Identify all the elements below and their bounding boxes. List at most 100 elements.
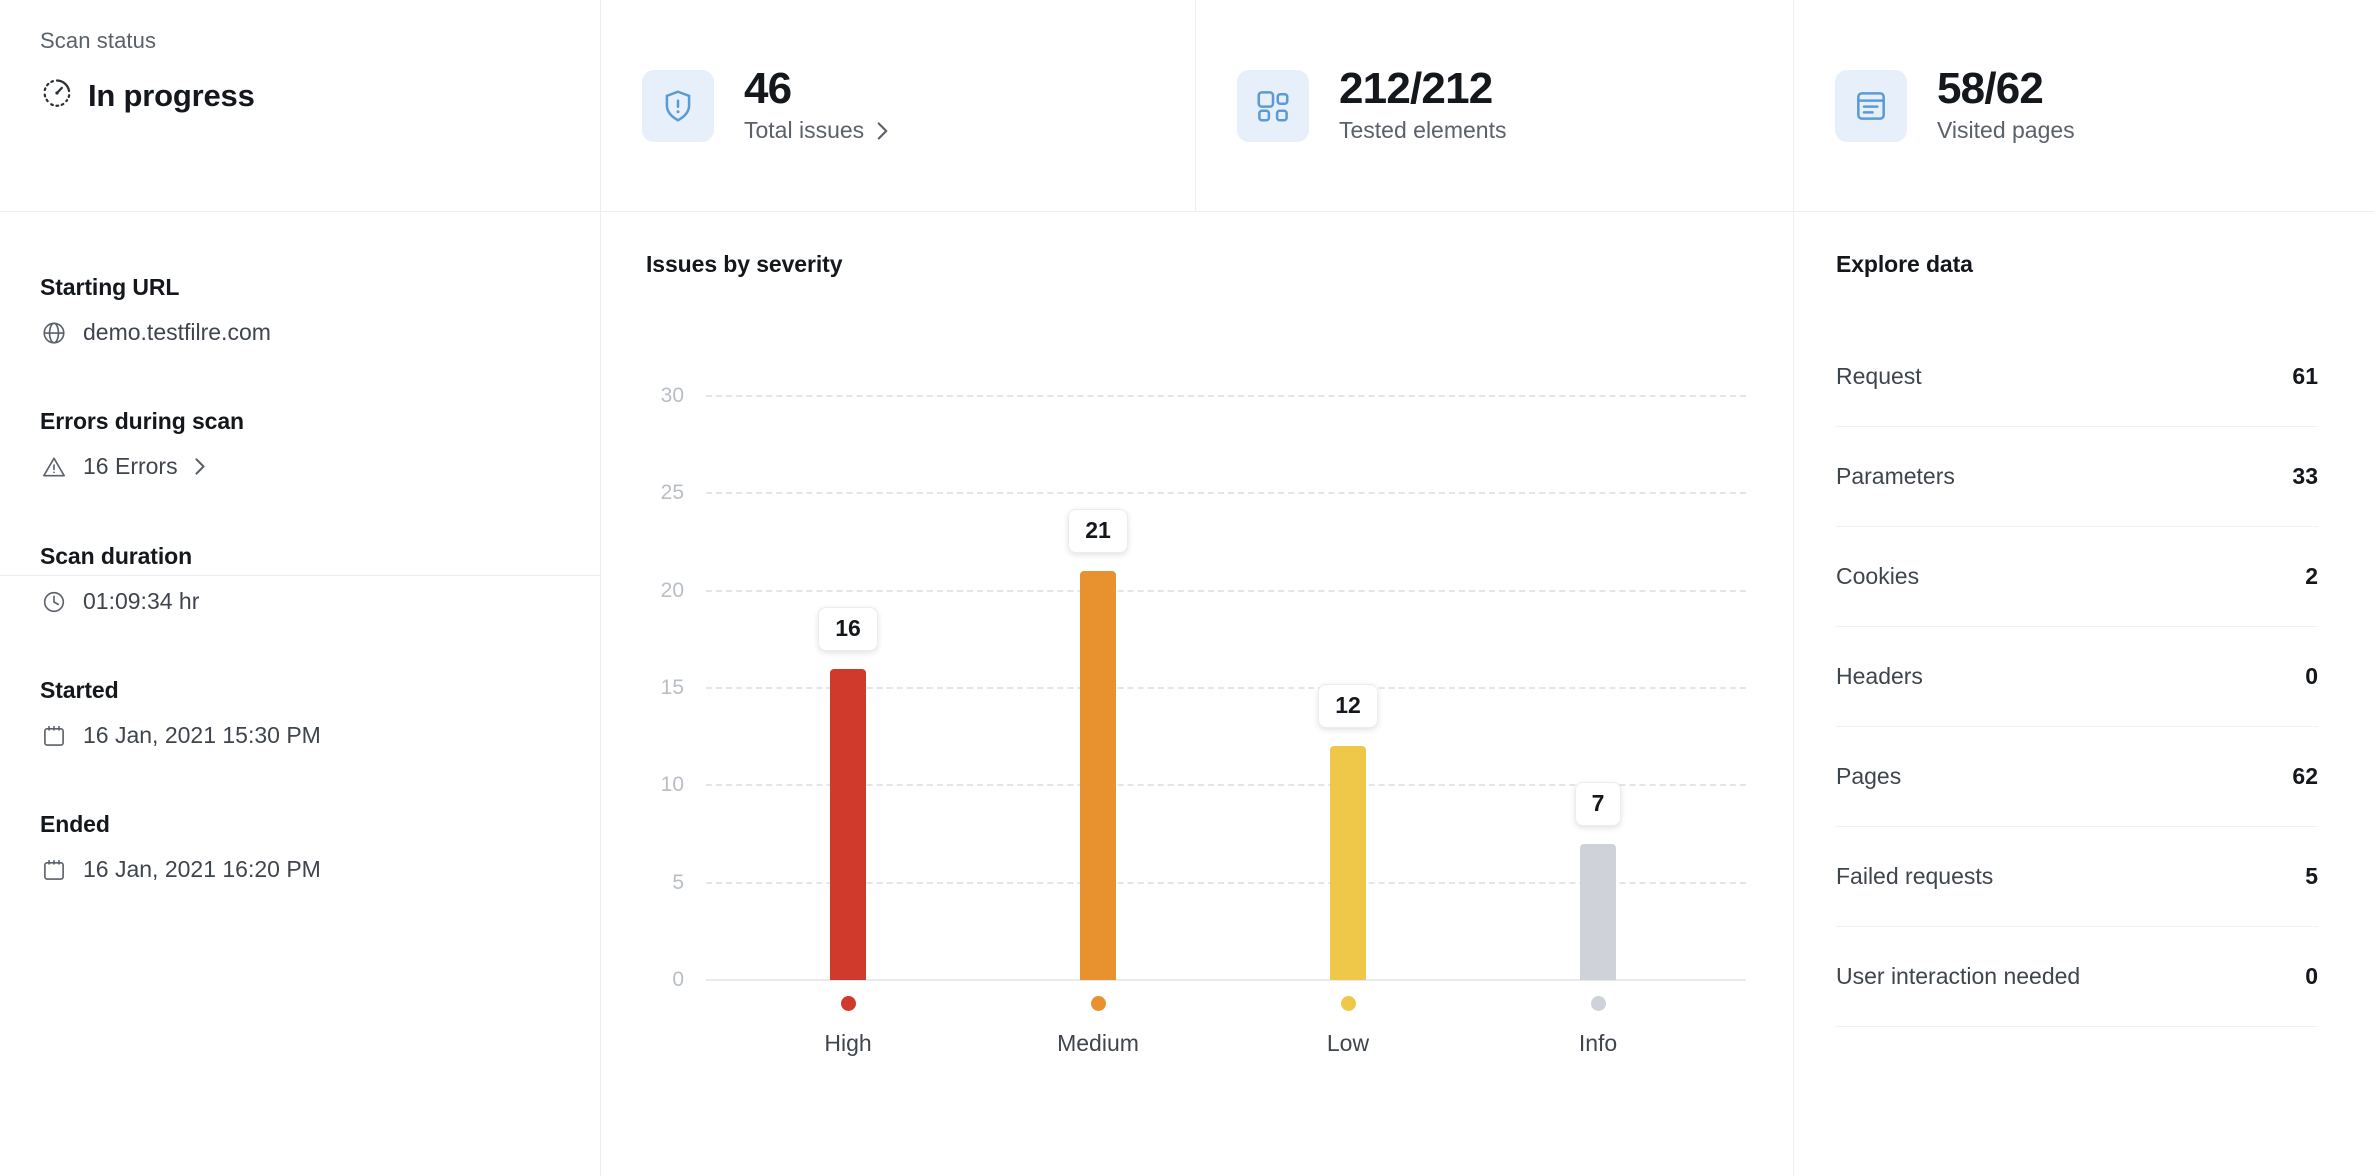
gauge-in-progress-icon [40,76,74,115]
tested-elements-value: 212/212 [1339,63,1493,113]
bar[interactable] [1580,843,1616,980]
starting-url-value-row[interactable]: demo.testfilre.com [40,319,600,346]
explore-row-value: 5 [2305,863,2318,889]
y-axis-tick-label: 5 [672,870,684,894]
legend-dot [1590,996,1606,1011]
explore-data-row[interactable]: User interaction needed 0 [1836,927,2318,1027]
chart-axis-labels: High Medium Low Info [728,996,1746,1106]
bar[interactable] [1330,746,1366,980]
visited-pages-value: 58/62 [1937,63,2044,113]
scan-details-sidebar: Starting URL demo.testfilre.com Errors d… [0,211,600,1176]
bar-group[interactable]: 7 [1498,396,1698,980]
bar-value-badge: 21 [1068,509,1128,554]
bar-group[interactable]: 21 [998,396,1198,980]
y-axis-tick-label: 10 [660,773,684,797]
bar-value-badge: 7 [1574,781,1622,826]
explore-data-row[interactable]: Headers 0 [1836,627,2318,727]
started-label: Started [40,677,119,703]
explore-data-row[interactable]: Cookies 2 [1836,527,2318,627]
explore-row-label: Failed requests [1836,863,1994,889]
x-axis-category: Low [1248,996,1448,1057]
bar[interactable] [830,668,866,980]
explore-row-label: Pages [1836,763,1902,789]
elements-blocks-icon [1237,69,1309,142]
explore-row-value: 0 [2305,663,2318,689]
x-axis-category: Medium [998,996,1198,1057]
explore-data-row[interactable]: Request 61 [1836,327,2318,427]
x-axis-tick-label: Low [1326,1030,1370,1056]
ended-value: 16 Jan, 2021 16:20 PM [83,856,321,882]
started-block: Started 16 Jan, 2021 15:30 PM [40,677,600,749]
started-value-row: 16 Jan, 2021 15:30 PM [40,722,600,749]
explore-row-value: 33 [2292,463,2318,489]
total-issues-card[interactable]: 46 Total issues [600,0,1195,211]
issues-by-severity-panel: Issues by severity 30 25 20 15 10 5 0 16 21 12 7 … [601,211,1793,1176]
x-axis-tick-label: Medium [1057,1030,1139,1056]
total-issues-value: 46 [744,63,792,113]
clock-icon [40,588,67,615]
y-axis-tick-label: 25 [660,481,684,505]
page-document-icon [1835,69,1907,142]
y-axis-tick-label: 15 [660,676,684,699]
explore-row-label: User interaction needed [1836,963,2081,989]
scan-status-label: Scan status [40,28,157,53]
sidebar-group-timing: Scan duration 01:09:34 hr Started 16 Jan… [40,480,600,883]
scan-status-card: Scan status In progress [0,0,600,211]
chevron-right-icon[interactable] [876,121,889,141]
bar-group[interactable]: 12 [1248,396,1448,980]
explore-row-value: 62 [2292,763,2318,789]
explore-row-label: Cookies [1836,563,1920,589]
y-axis-tick-label: 0 [672,968,684,991]
calendar-icon [40,722,67,749]
starting-url-value: demo.testfilre.com [83,319,271,345]
explore-data-list: Request 61 Parameters 33 Cookies 2 Headers 0 Pag… [1836,327,2318,1027]
explore-data-row[interactable]: Parameters 33 [1836,427,2318,527]
errors-during-scan-value: 16 Errors [83,453,178,479]
legend-dot [840,996,856,1011]
ended-block: Ended 16 Jan, 2021 16:20 PM [40,811,600,883]
errors-during-scan-value-row[interactable]: 16 Errors [40,453,600,480]
explore-data-title: Explore data [1836,251,1973,277]
x-axis-category: Info [1498,996,1698,1057]
explore-row-value: 2 [2305,563,2318,589]
explore-row-label: Request [1836,363,1922,389]
scan-duration-label: Scan duration [40,543,193,569]
started-value: 16 Jan, 2021 15:30 PM [83,722,321,748]
summary-cards-row: Scan status In progress 46 Total issues … [0,0,2374,211]
tested-elements-card[interactable]: 212/212 Tested elements [1195,0,1793,211]
visited-pages-card[interactable]: 58/62 Visited pages [1793,0,2374,211]
x-axis-tick-label: High [824,1030,872,1056]
explore-row-label: Headers [1836,663,1923,689]
sidebar-group-source: Starting URL demo.testfilre.com Errors d… [40,211,600,480]
warning-triangle-icon [40,453,67,480]
scan-duration-value: 01:09:34 hr [83,588,200,614]
scan-dashboard: Scan status In progress 46 Total issues … [0,0,2374,1176]
calendar-icon [40,856,67,883]
scan-duration-value-row: 01:09:34 hr [40,588,600,615]
explore-row-value: 61 [2292,363,2318,389]
starting-url-label: Starting URL [40,274,180,300]
errors-during-scan-label: Errors during scan [40,408,244,434]
starting-url-block: Starting URL demo.testfilre.com [40,274,600,346]
x-axis-category: High [748,996,948,1057]
bar-chart: 30 25 20 15 10 5 0 16 21 12 7 High Medium Low Info [646,384,1746,1096]
tested-elements-caption: Tested elements [1339,117,1507,144]
shield-alert-icon [642,69,714,142]
globe-icon [40,319,67,346]
ended-label: Ended [40,811,110,837]
ended-value-row: 16 Jan, 2021 16:20 PM [40,856,600,883]
legend-dot [1090,996,1106,1011]
errors-during-scan-block: Errors during scan 16 Errors [40,408,600,480]
chevron-right-icon[interactable] [194,457,206,476]
explore-row-value: 0 [2305,963,2318,989]
explore-row-label: Parameters [1836,463,1955,489]
bar-value-badge: 12 [1318,684,1378,729]
total-issues-caption-text: Total issues [744,117,865,144]
explore-data-row[interactable]: Failed requests 5 [1836,827,2318,927]
bar-group[interactable]: 16 [748,396,948,980]
visited-pages-caption: Visited pages [1937,117,2075,144]
explore-data-row[interactable]: Pages 62 [1836,727,2318,827]
chart-title: Issues by severity [646,251,843,277]
legend-dot [1340,996,1356,1011]
bar[interactable] [1080,571,1116,980]
